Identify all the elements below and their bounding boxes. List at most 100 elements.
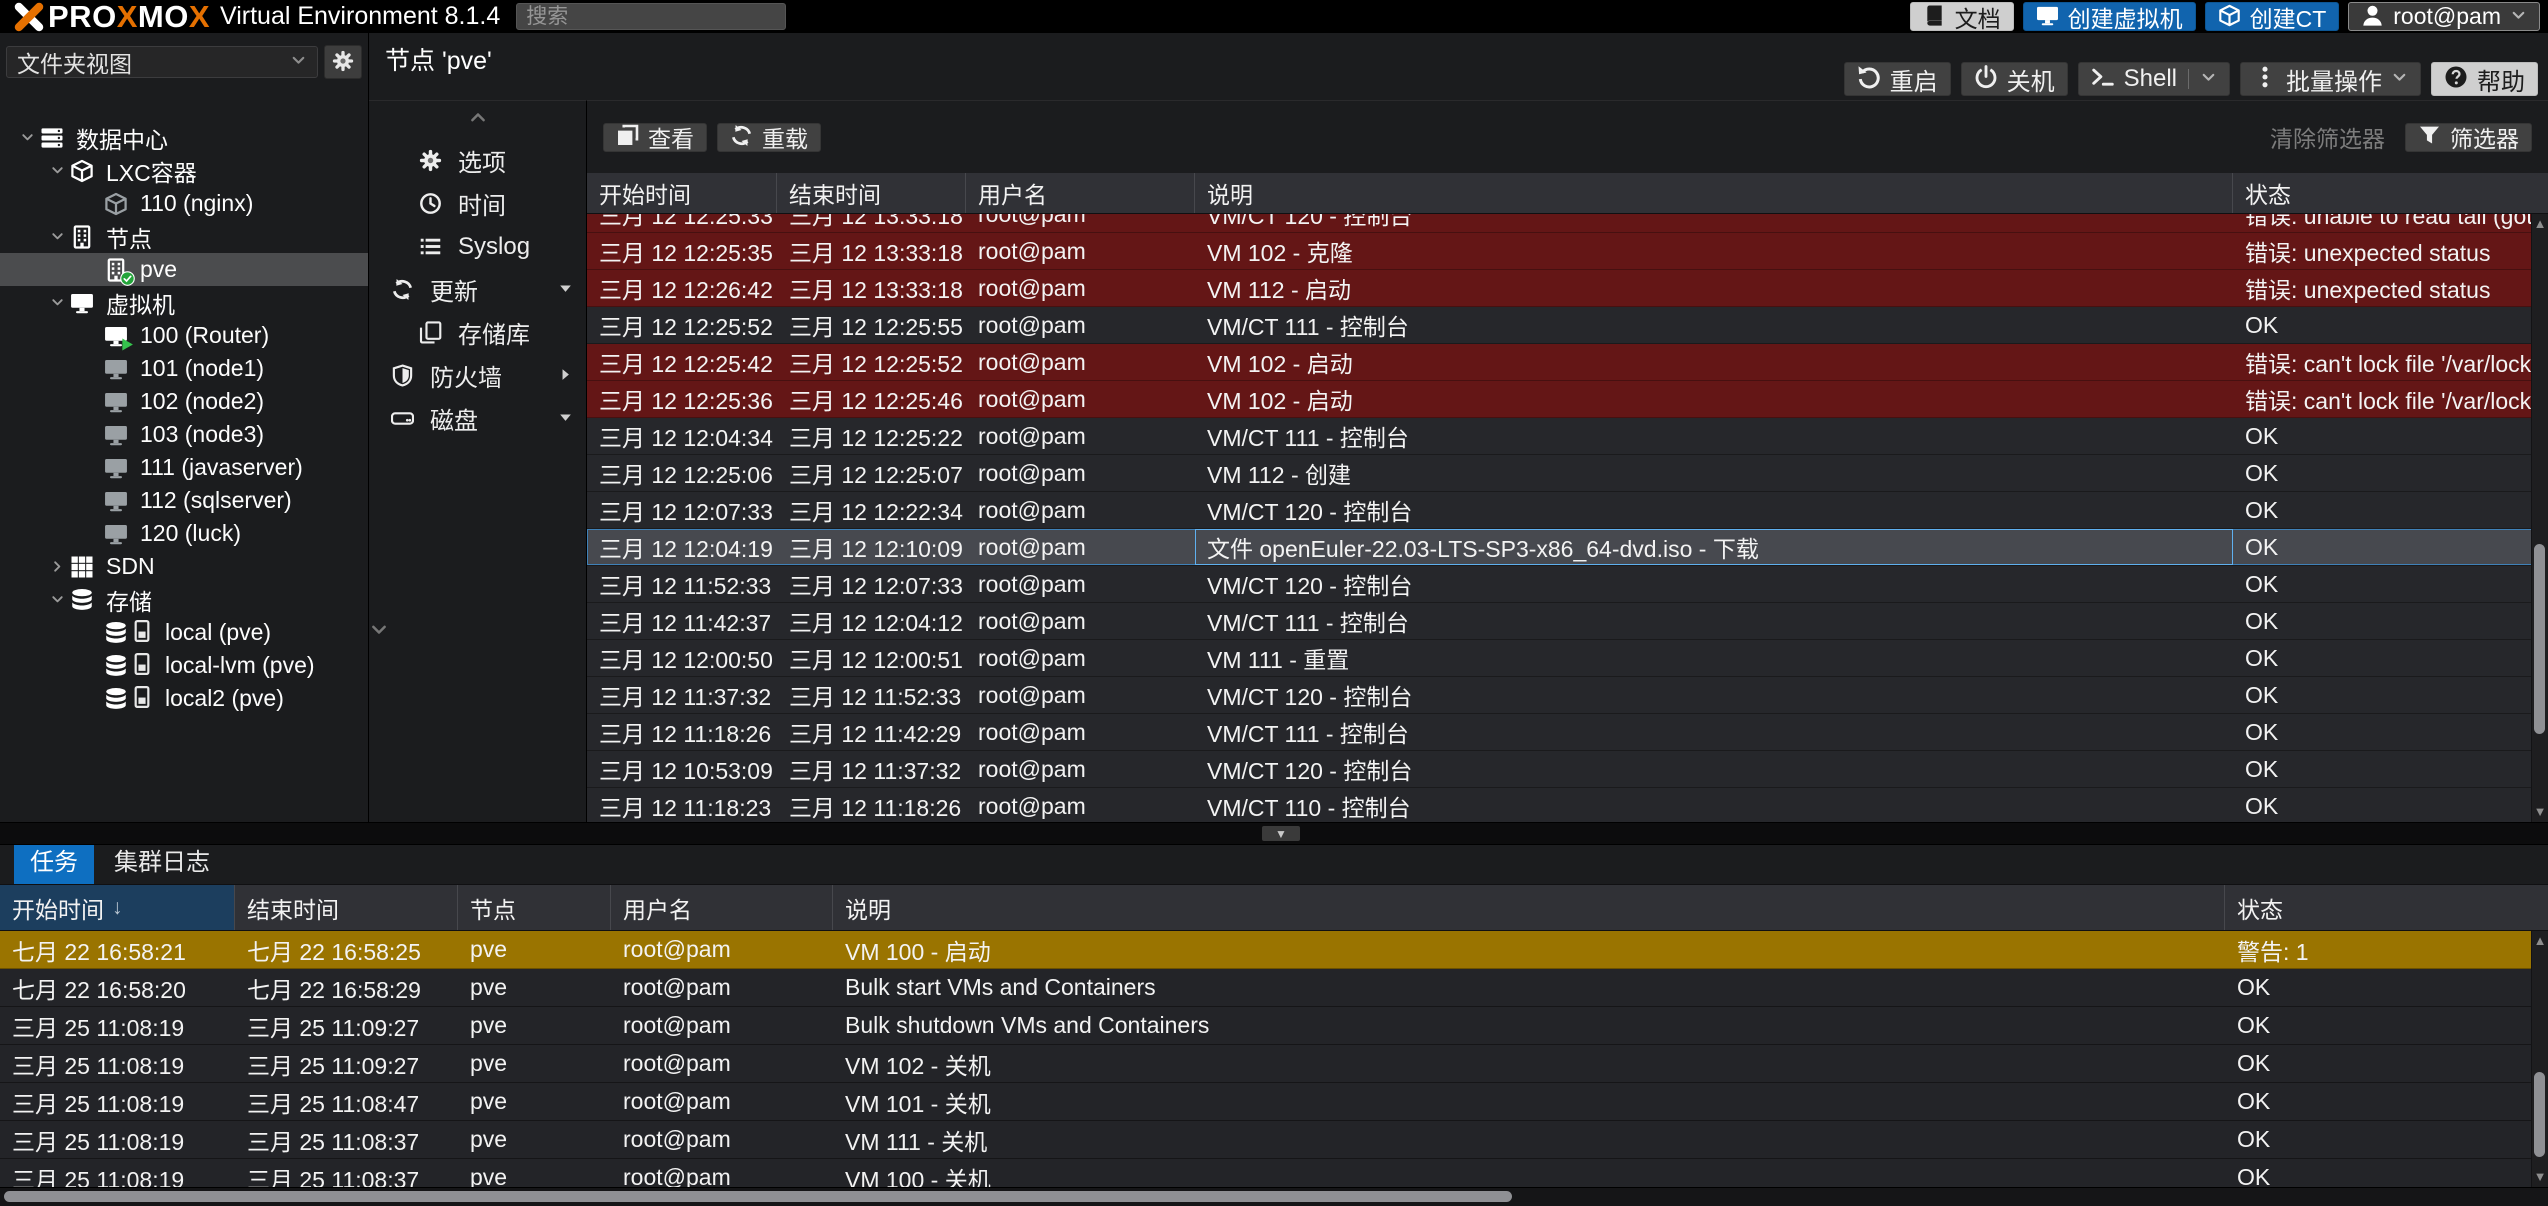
tree-item[interactable]: 102 (node2)	[0, 385, 368, 418]
scrollbar-thumb[interactable]	[2534, 1072, 2545, 1157]
scrollbar-thumb[interactable]	[4, 1191, 1512, 1202]
scroll-down-icon[interactable]: ▼	[2532, 1170, 2548, 1184]
sidebar-settings-button[interactable]	[324, 45, 362, 79]
menu-scroll-down-icon[interactable]	[369, 451, 586, 812]
log-cell-user: root@pam	[611, 1121, 833, 1158]
tree-item[interactable]: 103 (node3)	[0, 418, 368, 451]
restart-button[interactable]: 重启	[1844, 62, 1951, 96]
chevron-down-icon[interactable]	[44, 592, 70, 607]
column-header-end[interactable]: 结束时间	[235, 885, 458, 930]
scroll-up-icon[interactable]: ▲	[2532, 217, 2548, 231]
task-row[interactable]: 三月 12 11:18:23三月 12 11:18:26root@pamVM/C…	[587, 788, 2548, 822]
menu-item[interactable]: 更新	[369, 268, 586, 311]
task-row[interactable]: 三月 12 12:04:34三月 12 12:25:22root@pamVM/C…	[587, 418, 2548, 455]
column-header-user[interactable]: 用户名	[966, 173, 1195, 213]
create-ct-button[interactable]: 创建CT	[2205, 2, 2340, 31]
log-row[interactable]: 七月 22 16:58:20七月 22 16:58:29pveroot@pamB…	[0, 969, 2548, 1007]
log-row[interactable]: 七月 22 16:58:21七月 22 16:58:25pveroot@pamV…	[0, 931, 2548, 969]
bottom-table-scrollbar[interactable]: ▲ ▼	[2531, 931, 2548, 1187]
task-row[interactable]: 三月 12 12:04:19三月 12 12:10:09root@pam文件 o…	[587, 529, 2548, 566]
task-cell-end: 三月 12 13:33:18	[777, 214, 966, 232]
bulk-actions-button[interactable]: 批量操作	[2240, 62, 2421, 96]
menu-item[interactable]: 存储库	[369, 311, 586, 354]
task-row[interactable]: 三月 12 11:52:33三月 12 12:07:33root@pamVM/C…	[587, 566, 2548, 603]
menu-item[interactable]: 时间	[369, 182, 586, 225]
column-header-status[interactable]: 状态	[2225, 885, 2548, 930]
tree-item[interactable]: 120 (luck)	[0, 517, 368, 550]
tree-item[interactable]: SDN	[0, 550, 368, 583]
column-header-status[interactable]: 状态	[2233, 173, 2548, 213]
tree-item[interactable]: pve	[0, 253, 368, 286]
tree-item[interactable]: 100 (Router)	[0, 319, 368, 352]
task-row[interactable]: 三月 12 11:18:26三月 12 11:42:29root@pamVM/C…	[587, 714, 2548, 751]
filter-button[interactable]: 筛选器	[2405, 123, 2532, 152]
column-header-start[interactable]: 开始时间↓	[0, 885, 235, 930]
column-header-description[interactable]: 说明	[833, 885, 2225, 930]
chevron-down-icon[interactable]	[44, 295, 70, 310]
log-row[interactable]: 三月 25 11:08:19三月 25 11:09:27pveroot@pamB…	[0, 1007, 2548, 1045]
tree-item[interactable]: 数据中心	[0, 121, 368, 154]
tree-item[interactable]: 112 (sqlserver)	[0, 484, 368, 517]
task-row[interactable]: 三月 12 12:25:52三月 12 12:25:55root@pamVM/C…	[587, 307, 2548, 344]
tree-item[interactable]: LXC容器	[0, 154, 368, 187]
task-row[interactable]: 三月 12 12:26:42三月 12 13:33:18root@pamVM 1…	[587, 270, 2548, 307]
horizontal-scrollbar[interactable]	[0, 1187, 2548, 1206]
scroll-down-icon[interactable]: ▼	[2532, 805, 2548, 819]
task-row[interactable]: 三月 12 11:37:32三月 12 11:52:33root@pamVM/C…	[587, 677, 2548, 714]
panel-splitter[interactable]: ▼	[0, 822, 2548, 845]
tree-item[interactable]: 存储	[0, 583, 368, 616]
shutdown-button[interactable]: 关机	[1961, 62, 2068, 96]
chevron-right-icon[interactable]	[44, 559, 70, 574]
menu-item[interactable]: Syslog	[369, 225, 586, 268]
task-cell-desc: VM 102 - 启动	[1195, 381, 2233, 417]
create-vm-button[interactable]: 创建虚拟机	[2023, 2, 2196, 31]
tree-item[interactable]: 节点	[0, 220, 368, 253]
tree-item[interactable]: 110 (nginx)	[0, 187, 368, 220]
task-row[interactable]: 三月 12 12:25:42三月 12 12:25:52root@pamVM 1…	[587, 344, 2548, 381]
help-button[interactable]: 帮助	[2431, 62, 2538, 96]
task-row[interactable]: 三月 12 12:07:33三月 12 12:22:34root@pamVM/C…	[587, 492, 2548, 529]
user-menu-button[interactable]: root@pam	[2348, 2, 2540, 31]
splitter-collapse-button[interactable]: ▼	[1262, 826, 1300, 841]
tree-item[interactable]: 101 (node1)	[0, 352, 368, 385]
menu-item[interactable]: 选项	[369, 139, 586, 182]
tree-item[interactable]: local2 (pve)	[0, 682, 368, 715]
task-row[interactable]: 三月 12 12:25:35三月 12 13:33:18root@pamVM 1…	[587, 233, 2548, 270]
shell-button[interactable]: Shell	[2078, 62, 2230, 96]
log-cell-status: OK	[2225, 1159, 2548, 1187]
scroll-up-icon[interactable]: ▲	[2532, 934, 2548, 948]
task-row[interactable]: 三月 12 10:53:09三月 12 11:37:32root@pamVM/C…	[587, 751, 2548, 788]
task-row[interactable]: 三月 12 12:25:06三月 12 12:25:07root@pamVM 1…	[587, 455, 2548, 492]
column-header-node[interactable]: 节点	[458, 885, 611, 930]
column-header-user[interactable]: 用户名	[611, 885, 833, 930]
menu-item[interactable]: 防火墙	[369, 354, 586, 397]
chevron-down-icon[interactable]	[14, 130, 40, 145]
log-row[interactable]: 三月 25 11:08:19三月 25 11:08:47pveroot@pamV…	[0, 1083, 2548, 1121]
task-row[interactable]: 三月 12 12:25:36三月 12 12:25:46root@pamVM 1…	[587, 381, 2548, 418]
chevron-down-icon[interactable]	[44, 229, 70, 244]
view-mode-select[interactable]: 文件夹视图	[6, 46, 318, 78]
task-table-scrollbar[interactable]: ▲ ▼	[2531, 214, 2548, 822]
log-row[interactable]: 三月 25 11:08:19三月 25 11:08:37pveroot@pamV…	[0, 1121, 2548, 1159]
tree-item[interactable]: 虚拟机	[0, 286, 368, 319]
column-header-description[interactable]: 说明	[1195, 173, 2233, 213]
chevron-down-icon[interactable]	[44, 163, 70, 178]
view-task-button[interactable]: 查看	[603, 123, 707, 152]
task-row[interactable]: 三月 12 12:00:50三月 12 12:00:51root@pamVM 1…	[587, 640, 2548, 677]
reload-button[interactable]: 重载	[717, 123, 821, 152]
scrollbar-thumb[interactable]	[2534, 544, 2545, 734]
log-row[interactable]: 三月 25 11:08:19三月 25 11:08:37pveroot@pamV…	[0, 1159, 2548, 1187]
tree-item[interactable]: 111 (javaserver)	[0, 451, 368, 484]
window-icon	[616, 124, 639, 151]
search-input[interactable]	[516, 3, 786, 30]
task-row[interactable]: 三月 12 12:25:33三月 12 13:33:18root@pamVM/C…	[587, 214, 2548, 233]
documentation-button[interactable]: 文档	[1910, 2, 2014, 31]
column-header-end[interactable]: 结束时间	[777, 173, 966, 213]
tree-item[interactable]: local (pve)	[0, 616, 368, 649]
log-row[interactable]: 三月 25 11:08:19三月 25 11:09:27pveroot@pamV…	[0, 1045, 2548, 1083]
task-row[interactable]: 三月 12 11:42:37三月 12 12:04:12root@pamVM/C…	[587, 603, 2548, 640]
column-header-start[interactable]: 开始时间	[587, 173, 777, 213]
menu-scroll-up-icon[interactable]	[369, 107, 586, 131]
menu-item[interactable]: 磁盘	[369, 397, 586, 440]
tree-item[interactable]: local-lvm (pve)	[0, 649, 368, 682]
